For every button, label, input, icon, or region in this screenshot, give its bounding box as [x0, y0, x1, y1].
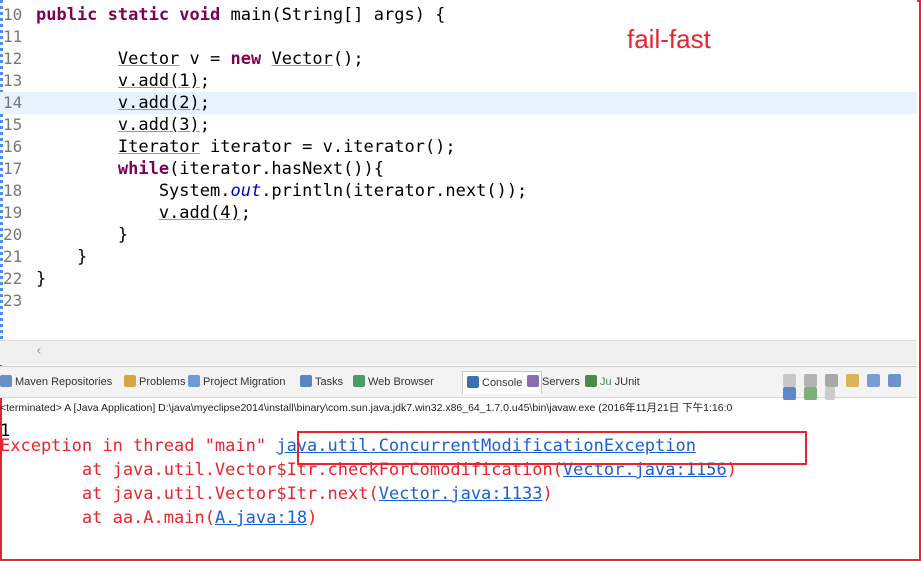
tab-icon — [467, 376, 479, 388]
stack-trace-line: at java.util.Vector$Itr.next(Vector.java… — [0, 484, 553, 504]
code-line: 22} — [0, 268, 917, 290]
trace-link[interactable]: Vector.java:1133 — [379, 484, 543, 504]
trace-link[interactable]: A.java:18 — [215, 508, 307, 528]
code-line: 12 Vector v = new Vector(); — [0, 48, 917, 70]
line-number: 18 — [3, 181, 23, 200]
code-editor[interactable]: 10 public static void main(String[] args)… — [0, 0, 917, 340]
exception-highlight-box — [297, 431, 807, 465]
code-line: 14 v.add(2); — [0, 92, 917, 114]
view-tab-bar: Maven Repositories Problems Project Migrat… — [0, 366, 917, 400]
code-text: v.add(4); — [158, 203, 251, 223]
code-text: } — [36, 269, 47, 289]
tab-icon — [188, 375, 200, 387]
code-text: } — [36, 225, 129, 245]
tab-servers[interactable]: Servers — [527, 373, 580, 391]
tab-icon — [353, 375, 365, 387]
code-line: 11 — [0, 26, 917, 48]
exception-prefix: Exception in thread "main" — [0, 436, 277, 456]
line-number: 12 — [3, 49, 23, 68]
line-number: 20 — [3, 225, 23, 244]
line-number: 13 — [3, 71, 23, 90]
code-text: System.out.println(iterator.next()); — [36, 181, 528, 201]
annotation-label: fail-fast — [627, 24, 711, 54]
line-number: 17 — [3, 159, 23, 178]
code-text: } — [36, 247, 88, 267]
code-line: 19 v.add(4); — [0, 202, 917, 224]
line-number: 16 — [3, 137, 23, 156]
tab-icon — [124, 375, 136, 387]
code-text: Iterator iterator = v.iterator(); — [117, 137, 456, 157]
code-line: 13 v.add(1); — [0, 70, 917, 92]
code-text: v.add(1); — [117, 71, 211, 91]
horizontal-scrollbar[interactable]: ‹ — [0, 340, 917, 365]
tab-label: Tasks — [315, 376, 344, 388]
line-number: 11 — [3, 27, 23, 46]
console-toolbar — [783, 374, 917, 400]
tab-junit[interactable]: Ju JUnit — [585, 373, 640, 391]
code-text: Vector v = new Vector(); — [117, 49, 364, 69]
line-number: 23 — [3, 291, 23, 310]
tab-tasks[interactable]: Tasks — [300, 373, 343, 391]
remove-launch-icon[interactable] — [804, 374, 818, 387]
code-line: 18 System.out.println(iterator.next()); — [0, 180, 917, 202]
scroll-lock-icon[interactable] — [846, 374, 860, 387]
tab-label: Servers — [542, 376, 580, 388]
scroll-left-icon[interactable]: ‹ — [36, 343, 42, 359]
tab-label: JUnit — [614, 376, 640, 388]
code-line: 15 v.add(3); — [0, 114, 917, 136]
line-number: 14 — [3, 93, 23, 112]
code-line: 10 public static void main(String[] args)… — [0, 4, 917, 26]
code-text: v.add(3); — [117, 115, 211, 135]
code-line: 21 } — [0, 246, 917, 268]
tab-label: Console — [482, 377, 523, 389]
tab-maven-repositories[interactable]: Maven Repositories — [0, 373, 112, 391]
code-line: 23 — [0, 290, 917, 312]
tab-icon — [300, 375, 312, 387]
code-text: public static void main(String[] args) { — [36, 5, 446, 25]
line-number: 10 — [3, 5, 23, 24]
tab-web-browser[interactable]: Web Browser — [353, 373, 434, 391]
tab-icon — [527, 375, 539, 387]
code-text: v.add(2); — [117, 93, 211, 113]
word-wrap-icon[interactable] — [867, 374, 881, 387]
tab-icon — [0, 375, 12, 387]
line-number: 19 — [3, 203, 23, 222]
terminate-icon[interactable] — [783, 374, 796, 387]
tab-problems[interactable]: Problems — [124, 373, 185, 391]
stack-trace-line: at aa.A.main(A.java:18) — [0, 508, 318, 528]
line-number: 15 — [3, 115, 23, 134]
tab-project-migration[interactable]: Project Migration — [188, 373, 286, 391]
line-number: 22 — [3, 269, 23, 288]
tab-label: Project Migration — [203, 376, 286, 388]
code-text: while(iterator.hasNext()){ — [117, 159, 385, 179]
pin-console-icon[interactable] — [888, 374, 902, 387]
tab-label: Maven Repositories — [15, 376, 113, 388]
console-status: <terminated> A [Java Application] D:\jav… — [0, 402, 733, 414]
tab-label: Web Browser — [368, 376, 434, 388]
code-line: 16 Iterator iterator = v.iterator(); — [0, 136, 917, 158]
code-line: 17 while(iterator.hasNext()){ — [0, 158, 917, 180]
remove-all-icon[interactable] — [825, 374, 839, 387]
tab-icon — [585, 375, 597, 387]
tab-label: Problems — [139, 376, 186, 388]
code-line: 20 } — [0, 224, 917, 246]
line-number: 21 — [3, 247, 23, 266]
